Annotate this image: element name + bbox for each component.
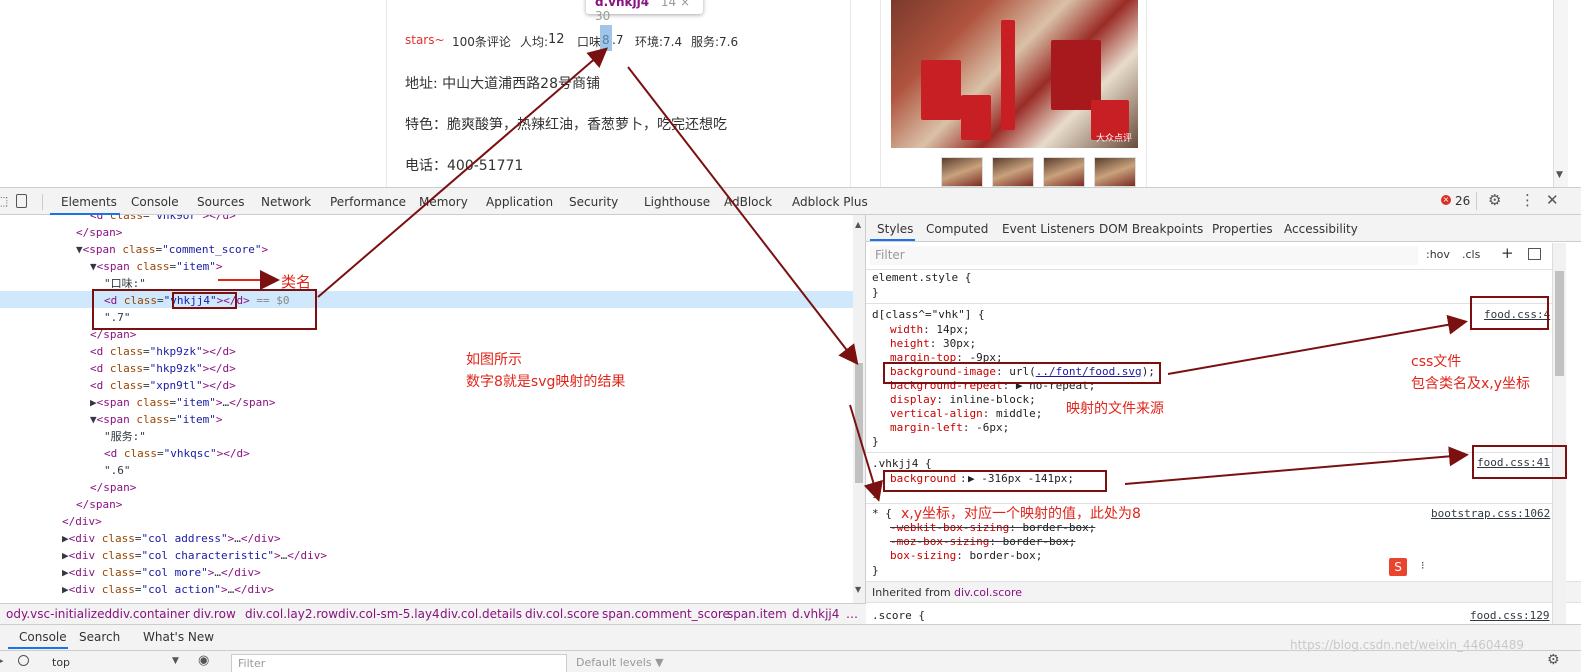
annotation-css-2: 包含类名及x,y坐标: [1411, 376, 1531, 392]
annotation-css-1: css文件: [1411, 354, 1462, 370]
annotation-arrows: [218, 47, 1469, 502]
arrow-to-xy: [849, 404, 883, 502]
annotation-source: 映射的文件来源: [1066, 401, 1164, 417]
annotation-xy: x,y坐标，对应一个映射的值，此处为8: [901, 506, 1141, 522]
annotation-explain-1: 如图所示: [466, 352, 522, 368]
arrow-to-styles: [627, 66, 859, 366]
arrow-to-digit: [317, 47, 609, 298]
arrow-to-source2: [1124, 446, 1469, 485]
annotation-class-name: 类名: [281, 273, 312, 291]
annotation-explain-2: 数字8就是svg映射的结果: [466, 374, 626, 390]
screenshot: stars~ 100条评论 人均: 12 口味: 8 .7 环境:7.4 服务:…: [0, 0, 1581, 672]
